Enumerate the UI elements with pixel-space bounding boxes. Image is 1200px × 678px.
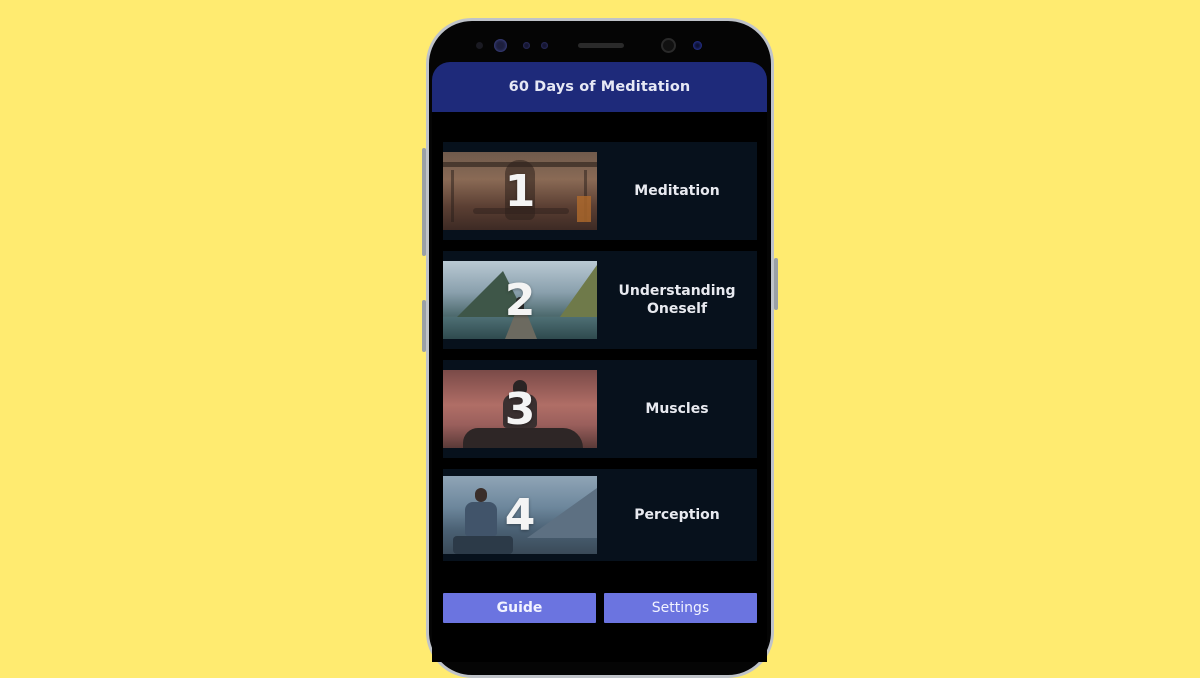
camera-sensor-icon xyxy=(693,41,702,50)
settings-button[interactable]: Settings xyxy=(604,593,757,623)
lesson-label-1: Meditation xyxy=(634,183,720,199)
app-screen: 60 Days of Meditation 1 Meditation 2 Und… xyxy=(432,62,767,662)
iris-scanner-icon xyxy=(494,39,507,52)
lesson-label-2: Understanding Oneself xyxy=(618,283,736,317)
indicator-led-icon xyxy=(541,42,548,49)
lesson-number-2: 2 xyxy=(504,274,536,326)
lesson-card-4[interactable]: 4 Perception xyxy=(443,469,757,561)
app-header: 60 Days of Meditation xyxy=(432,62,767,112)
light-sensor-icon xyxy=(523,42,530,49)
lesson-thumbnail-1: 1 xyxy=(443,152,597,230)
proximity-sensor-icon xyxy=(476,42,483,49)
lesson-label-4: Perception xyxy=(634,507,720,523)
guide-button[interactable]: Guide xyxy=(443,593,596,623)
power-button xyxy=(774,258,778,310)
lesson-number-4: 4 xyxy=(504,489,536,541)
lesson-card-3[interactable]: 3 Muscles xyxy=(443,360,757,458)
earpiece-speaker xyxy=(578,43,624,48)
lesson-thumbnail-4: 4 xyxy=(443,476,597,554)
lesson-label-3: Muscles xyxy=(645,401,709,417)
lesson-list: 1 Meditation 2 Understanding Oneself 3 M… xyxy=(443,142,757,572)
lesson-card-1[interactable]: 1 Meditation xyxy=(443,142,757,240)
lesson-number-1: 1 xyxy=(504,165,536,217)
app-title: 60 Days of Meditation xyxy=(508,79,691,95)
lesson-thumbnail-3: 3 xyxy=(443,370,597,448)
lesson-number-3: 3 xyxy=(504,383,536,435)
lesson-thumbnail-2: 2 xyxy=(443,261,597,339)
lesson-card-2[interactable]: 2 Understanding Oneself xyxy=(443,251,757,349)
front-camera-icon xyxy=(661,38,676,53)
